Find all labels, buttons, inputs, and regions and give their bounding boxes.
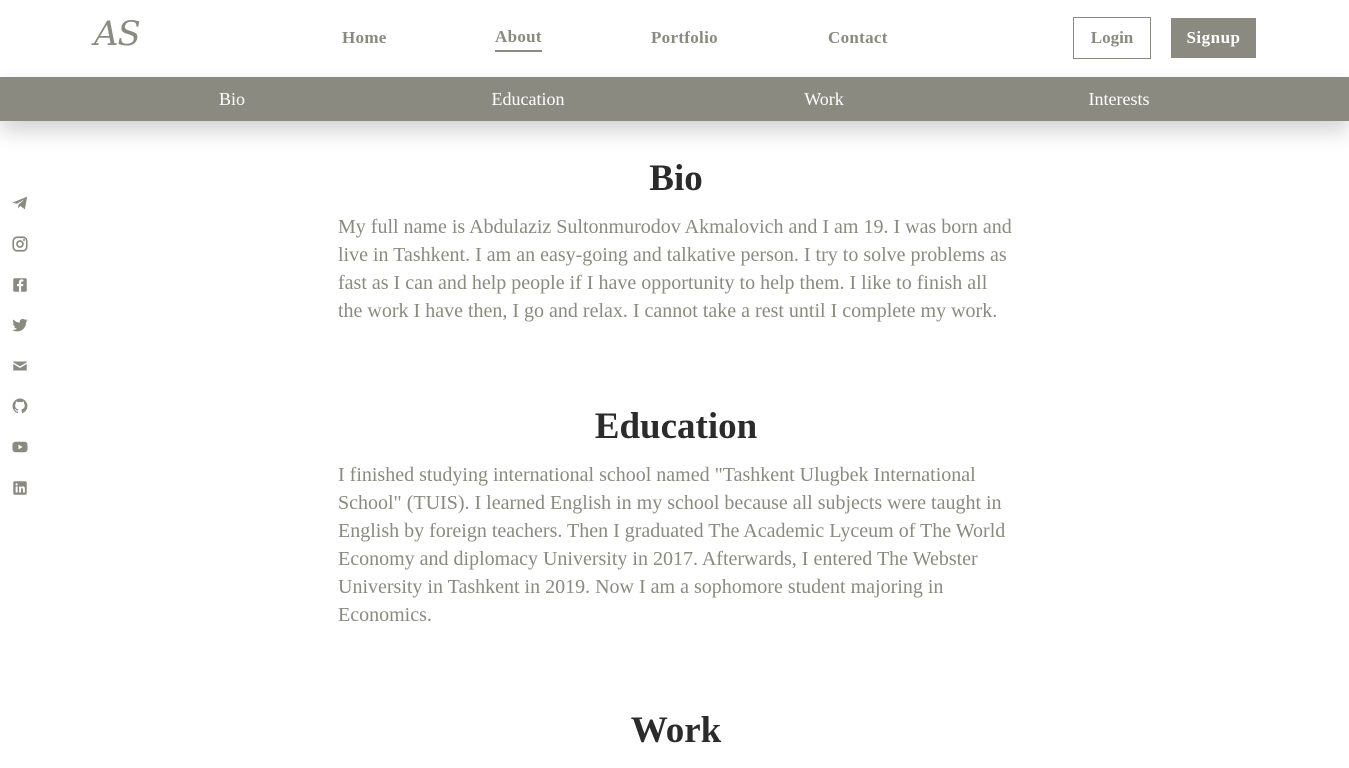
mail-icon[interactable] <box>11 357 29 375</box>
section-subnav: Bio Education Work Interests <box>0 77 1349 121</box>
top-navbar: AS Home About Portfolio Contact Login Si… <box>0 0 1349 77</box>
subnav-bio-link[interactable]: Bio <box>84 89 380 110</box>
signup-button[interactable]: Signup <box>1171 18 1256 58</box>
instagram-icon[interactable] <box>11 235 29 253</box>
github-icon[interactable] <box>11 397 29 415</box>
facebook-icon[interactable] <box>11 276 29 294</box>
subnav-education-link[interactable]: Education <box>380 89 676 110</box>
logo[interactable]: AS <box>94 14 141 54</box>
bio-heading: Bio <box>649 158 703 199</box>
nav-home-link[interactable]: Home <box>342 28 387 48</box>
youtube-icon[interactable] <box>11 438 29 456</box>
telegram-icon[interactable] <box>11 194 29 212</box>
login-button[interactable]: Login <box>1073 17 1151 59</box>
bio-text: My full name is Abdulaziz Sultonmurodov … <box>338 216 1012 322</box>
work-heading: Work <box>630 710 722 751</box>
linkedin-icon[interactable] <box>11 479 29 497</box>
education-text: I finished studying international school… <box>338 464 1006 626</box>
nav-contact-link[interactable]: Contact <box>828 28 888 48</box>
subnav-interests-link[interactable]: Interests <box>971 89 1267 110</box>
education-heading: Education <box>594 406 758 447</box>
nav-about-link[interactable]: About <box>495 27 542 52</box>
nav-portfolio-link[interactable]: Portfolio <box>651 28 718 48</box>
twitter-icon[interactable] <box>11 316 29 334</box>
subnav-work-link[interactable]: Work <box>676 89 972 110</box>
